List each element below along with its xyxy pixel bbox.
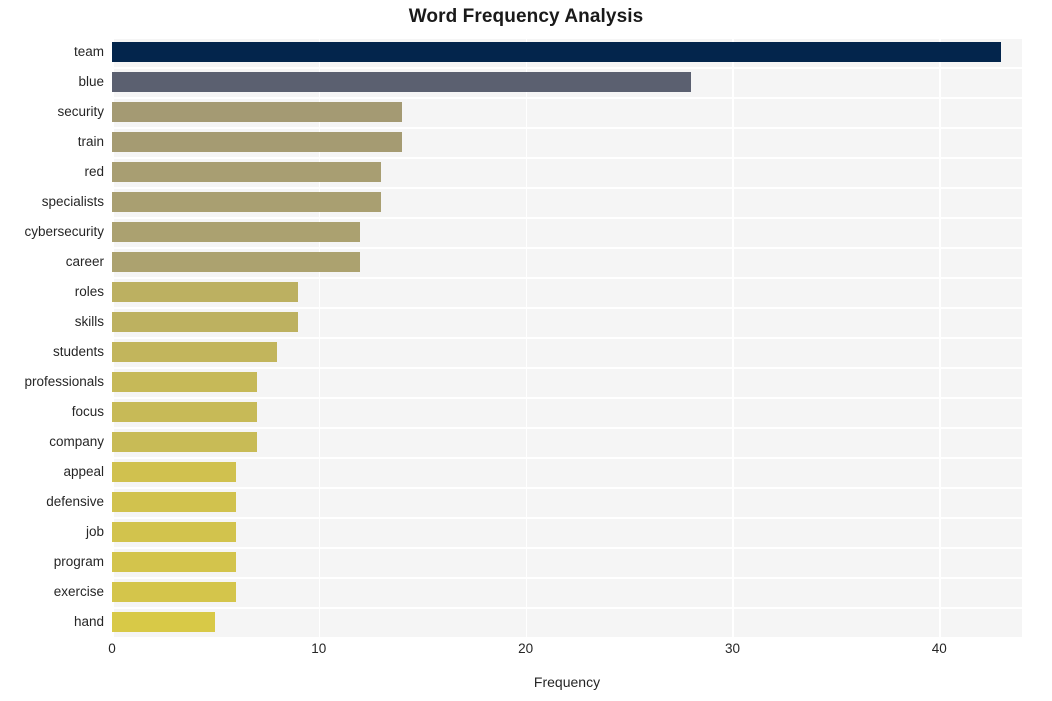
- x-axis-tick-label: 20: [518, 641, 534, 656]
- bar: [112, 402, 257, 422]
- x-axis-title: Frequency: [533, 674, 601, 690]
- y-axis-label: cybersecurity: [24, 224, 104, 239]
- gridline-horizontal: [112, 277, 1022, 279]
- x-axis-tick-label: 30: [724, 641, 740, 656]
- gridline-horizontal: [112, 37, 1022, 39]
- x-axis-tick-labels: 0 10 20 30 40: [0, 641, 1052, 663]
- bar: [112, 432, 257, 452]
- gridline-horizontal: [112, 367, 1022, 369]
- gridline-horizontal: [112, 427, 1022, 429]
- y-axis-label: hand: [73, 614, 104, 629]
- y-axis-labels: team blue security train red specialists cyber…: [0, 37, 104, 637]
- gridline-horizontal: [112, 547, 1022, 549]
- gridline-horizontal: [112, 127, 1022, 129]
- gridline-vertical: [732, 37, 734, 637]
- gridline-horizontal: [112, 577, 1022, 579]
- gridline-vertical: [112, 37, 114, 637]
- bar: [112, 282, 299, 302]
- gridline-horizontal: [112, 67, 1022, 69]
- plot-area: [112, 37, 1022, 637]
- bar: [112, 372, 257, 392]
- gridline-horizontal: [112, 457, 1022, 459]
- bar: [112, 252, 361, 272]
- x-axis-tick-label: 10: [311, 641, 327, 656]
- y-axis-label: professionals: [24, 374, 104, 389]
- bar: [112, 492, 237, 512]
- chart-figure: Word Frequency Analysis team blue security…: [0, 0, 1052, 701]
- bar: [112, 312, 299, 332]
- y-axis-label: students: [52, 344, 104, 359]
- gridline-horizontal: [112, 487, 1022, 489]
- bar: [112, 192, 381, 212]
- gridline-horizontal: [112, 337, 1022, 339]
- y-axis-label: security: [57, 104, 104, 119]
- y-axis-label: program: [53, 554, 104, 569]
- y-axis-label: specialists: [41, 194, 104, 209]
- gridline-horizontal: [112, 157, 1022, 159]
- gridline-horizontal: [112, 307, 1022, 309]
- bar: [112, 522, 237, 542]
- bar: [112, 42, 1002, 62]
- y-axis-label: defensive: [46, 494, 104, 509]
- y-axis-label: team: [73, 44, 104, 59]
- gridline-horizontal: [112, 247, 1022, 249]
- bar: [112, 102, 402, 122]
- x-axis-tick-label: 0: [108, 641, 116, 656]
- y-axis-label: roles: [74, 284, 104, 299]
- y-axis-label: red: [84, 164, 104, 179]
- bar: [112, 582, 237, 602]
- y-axis-label: appeal: [63, 464, 104, 479]
- y-axis-label: train: [77, 134, 104, 149]
- y-axis-label: job: [85, 524, 104, 539]
- y-axis-label: focus: [71, 404, 104, 419]
- bar: [112, 342, 278, 362]
- bar: [112, 72, 692, 92]
- gridline-horizontal: [112, 97, 1022, 99]
- bar: [112, 132, 402, 152]
- y-axis-label: company: [49, 434, 104, 449]
- y-axis-label: skills: [74, 314, 104, 329]
- bar: [112, 162, 381, 182]
- x-axis-tick-label: 40: [931, 641, 947, 656]
- gridline-horizontal: [112, 187, 1022, 189]
- chart-title: Word Frequency Analysis: [408, 6, 644, 27]
- gridline-vertical: [318, 37, 321, 637]
- gridline-horizontal: [112, 397, 1022, 399]
- bar: [112, 222, 361, 242]
- y-axis-label: career: [65, 254, 104, 269]
- gridline-horizontal: [112, 217, 1022, 219]
- bar: [112, 462, 237, 482]
- y-axis-label: blue: [78, 74, 104, 89]
- y-axis-label: exercise: [53, 584, 104, 599]
- gridline-horizontal: [112, 517, 1022, 519]
- gridline-vertical: [525, 37, 528, 637]
- gridline-vertical: [939, 37, 941, 637]
- bar: [112, 612, 216, 632]
- gridline-horizontal: [112, 607, 1022, 609]
- bar: [112, 552, 237, 572]
